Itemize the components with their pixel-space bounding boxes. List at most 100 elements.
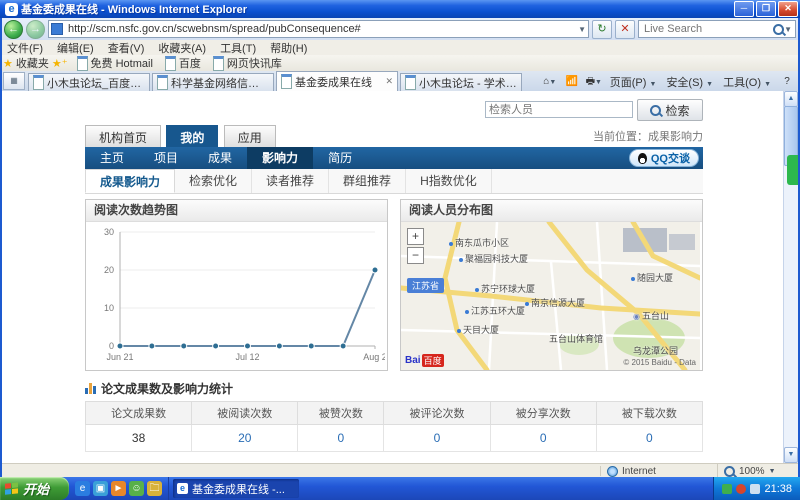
stat-share-count[interactable]: 0 [489, 424, 597, 452]
stat-read-count[interactable]: 20 [191, 424, 299, 452]
print-icon[interactable]: 🖶▼ [584, 73, 604, 91]
menu-file[interactable]: 文件(F) [0, 40, 50, 56]
back-button[interactable]: ← [4, 19, 23, 39]
taskbar: 开始 e ▣ ► ☺ 🗀 e 基金委成果在线 -... 21:38 [0, 477, 800, 500]
breadcrumb: 当前位置：成果影响力 [593, 131, 703, 143]
status-message [2, 466, 601, 476]
address-bar[interactable]: ▼ [48, 20, 589, 38]
page-body: 检索 机构首页 我的 应用 当前位置：成果影响力 主页 项目 成果 影响力 简历… [84, 91, 704, 463]
nav-projects[interactable]: 项目 [139, 147, 193, 169]
nav-influence[interactable]: 影响力 [247, 147, 314, 169]
stop-button[interactable]: ✕ [615, 19, 635, 39]
stat-like-count[interactable]: 0 [297, 424, 385, 452]
side-widget[interactable] [787, 155, 798, 185]
search-button[interactable]: 检索 [637, 99, 703, 121]
help-icon[interactable]: ? [777, 73, 797, 91]
ie-logo-icon: e [5, 2, 18, 16]
start-button[interactable]: 开始 [0, 477, 69, 500]
feeds-icon[interactable]: 📶 [562, 73, 582, 91]
system-tray: 21:38 [713, 477, 800, 500]
security-shield-icon[interactable] [722, 483, 733, 494]
url-input[interactable] [66, 22, 576, 36]
ie-quicklaunch-icon[interactable]: e [75, 481, 90, 496]
live-search-input[interactable] [642, 22, 774, 36]
nav-home[interactable]: 主页 [85, 147, 139, 169]
address-dropdown-icon[interactable]: ▼ [578, 25, 586, 34]
tab-favicon-icon [33, 75, 44, 90]
stat-download-count[interactable]: 0 [595, 424, 704, 452]
stat-comment-count[interactable]: 0 [383, 424, 491, 452]
map-zoom-in-button[interactable]: + [407, 228, 424, 245]
browser-tab-2[interactable]: 科学基金网络信息系统 -... [152, 73, 274, 91]
command-page[interactable]: 页面(P) ▼ [606, 74, 661, 90]
add-favorite-icon[interactable]: ★⁺ [52, 57, 68, 70]
favorites-button[interactable]: 收藏夹 [16, 55, 49, 71]
scroll-up-button[interactable]: ▲ [784, 91, 798, 107]
map-zoom-out-button[interactable]: − [407, 247, 424, 264]
search-dropdown-icon[interactable]: ▼ [784, 25, 792, 34]
svg-text:30: 30 [104, 227, 114, 237]
menu-edit[interactable]: 编辑(E) [50, 40, 101, 56]
subtab-hindex-optimize[interactable]: H指数优化 [406, 169, 492, 193]
search-magnifier-icon[interactable] [773, 23, 785, 35]
subtab-reader-recommend[interactable]: 读者推荐 [252, 169, 330, 193]
media-player-icon[interactable]: ► [111, 481, 126, 496]
favorite-link-baidu[interactable]: 百度 [159, 55, 207, 71]
close-button[interactable]: ✕ [778, 1, 798, 17]
live-search-box[interactable]: ▼ [638, 20, 796, 38]
subtab-group-recommend[interactable]: 群组推荐 [329, 169, 407, 193]
home-icon[interactable]: ⌂▼ [540, 73, 560, 91]
network-icon[interactable] [750, 483, 761, 494]
window-title: 基金委成果在线 - Windows Internet Explorer [21, 4, 248, 16]
tab-institution-home[interactable]: 机构首页 [85, 125, 162, 149]
command-tools[interactable]: 工具(O) ▼ [719, 74, 775, 90]
tab-mine[interactable]: 我的 [166, 125, 219, 149]
zoom-magnifier-icon [724, 465, 735, 477]
favorite-link-hotmail[interactable]: 免费 Hotmail [71, 55, 159, 71]
tab-close-icon[interactable]: ✕ [385, 76, 393, 87]
vertical-scrollbar[interactable]: ▲ ▼ [783, 91, 798, 463]
antivirus-icon[interactable] [736, 483, 747, 494]
map-label: 南东瓜市小区 [449, 236, 509, 249]
taskbar-clock[interactable]: 21:38 [764, 483, 792, 495]
zoom-control[interactable]: 100% ▼ [718, 464, 798, 478]
minimize-button[interactable]: ─ [734, 1, 754, 17]
tab-apps[interactable]: 应用 [223, 125, 276, 149]
windows-flag-icon [5, 481, 19, 495]
svg-text:Jul 12: Jul 12 [235, 352, 259, 362]
scroll-down-button[interactable]: ▼ [784, 447, 798, 463]
nav-resume[interactable]: 简历 [313, 147, 367, 169]
menu-view[interactable]: 查看(V) [101, 40, 152, 56]
subtab-search-optimize[interactable]: 检索优化 [175, 169, 253, 193]
maximize-button[interactable]: ❐ [756, 1, 776, 17]
browser-tab-1[interactable]: 小木虫论坛_百度搜索 [28, 73, 150, 91]
bar-chart-icon [85, 382, 96, 394]
nav-results[interactable]: 成果 [193, 147, 247, 169]
col-header: 被赞次数 [297, 401, 385, 425]
menu-tools[interactable]: 工具(T) [213, 40, 263, 56]
portal-tabs: 机构首页 我的 应用 当前位置：成果影响力 [85, 125, 703, 149]
favorite-link-webslice[interactable]: 网页快讯库 [207, 55, 288, 71]
map-label: 南京信源大厦 [525, 296, 585, 309]
show-desktop-icon[interactable]: ▣ [93, 481, 108, 496]
menu-favorites[interactable]: 收藏夹(A) [151, 40, 213, 56]
main-nav: 主页 项目 成果 影响力 简历 QQ交谈 [85, 147, 703, 169]
map-label: 五台山 [633, 309, 669, 322]
menu-bar: 文件(F) 编辑(E) 查看(V) 收藏夹(A) 工具(T) 帮助(H) [0, 40, 800, 56]
folder-icon[interactable]: 🗀 [147, 481, 162, 496]
map-label: 苏宁环球大厦 [475, 282, 535, 295]
taskbar-task-button[interactable]: e 基金委成果在线 -... [173, 479, 299, 498]
refresh-button[interactable]: ↻ [592, 19, 612, 39]
browser-tab-4[interactable]: 小木虫论坛 - 学术科研... [400, 73, 522, 91]
baidu-map[interactable]: + − 江苏省 南东瓜市小区 聚福园科技大厦 苏宁环球大厦 江苏五环大厦 南京信… [401, 222, 700, 370]
forward-button[interactable]: → [26, 19, 45, 39]
subtab-result-influence[interactable]: 成果影响力 [85, 169, 176, 193]
messenger-icon[interactable]: ☺ [129, 481, 144, 496]
quick-tabs-icon[interactable]: ▦ [3, 72, 25, 90]
col-header: 被分享次数 [489, 401, 597, 425]
command-safety[interactable]: 安全(S) ▼ [662, 74, 717, 90]
qq-chat-button[interactable]: QQ交谈 [628, 149, 699, 167]
menu-help[interactable]: 帮助(H) [263, 40, 314, 56]
person-search-input[interactable] [485, 101, 633, 118]
browser-tab-3-active[interactable]: 基金委成果在线 ✕ [276, 71, 398, 91]
